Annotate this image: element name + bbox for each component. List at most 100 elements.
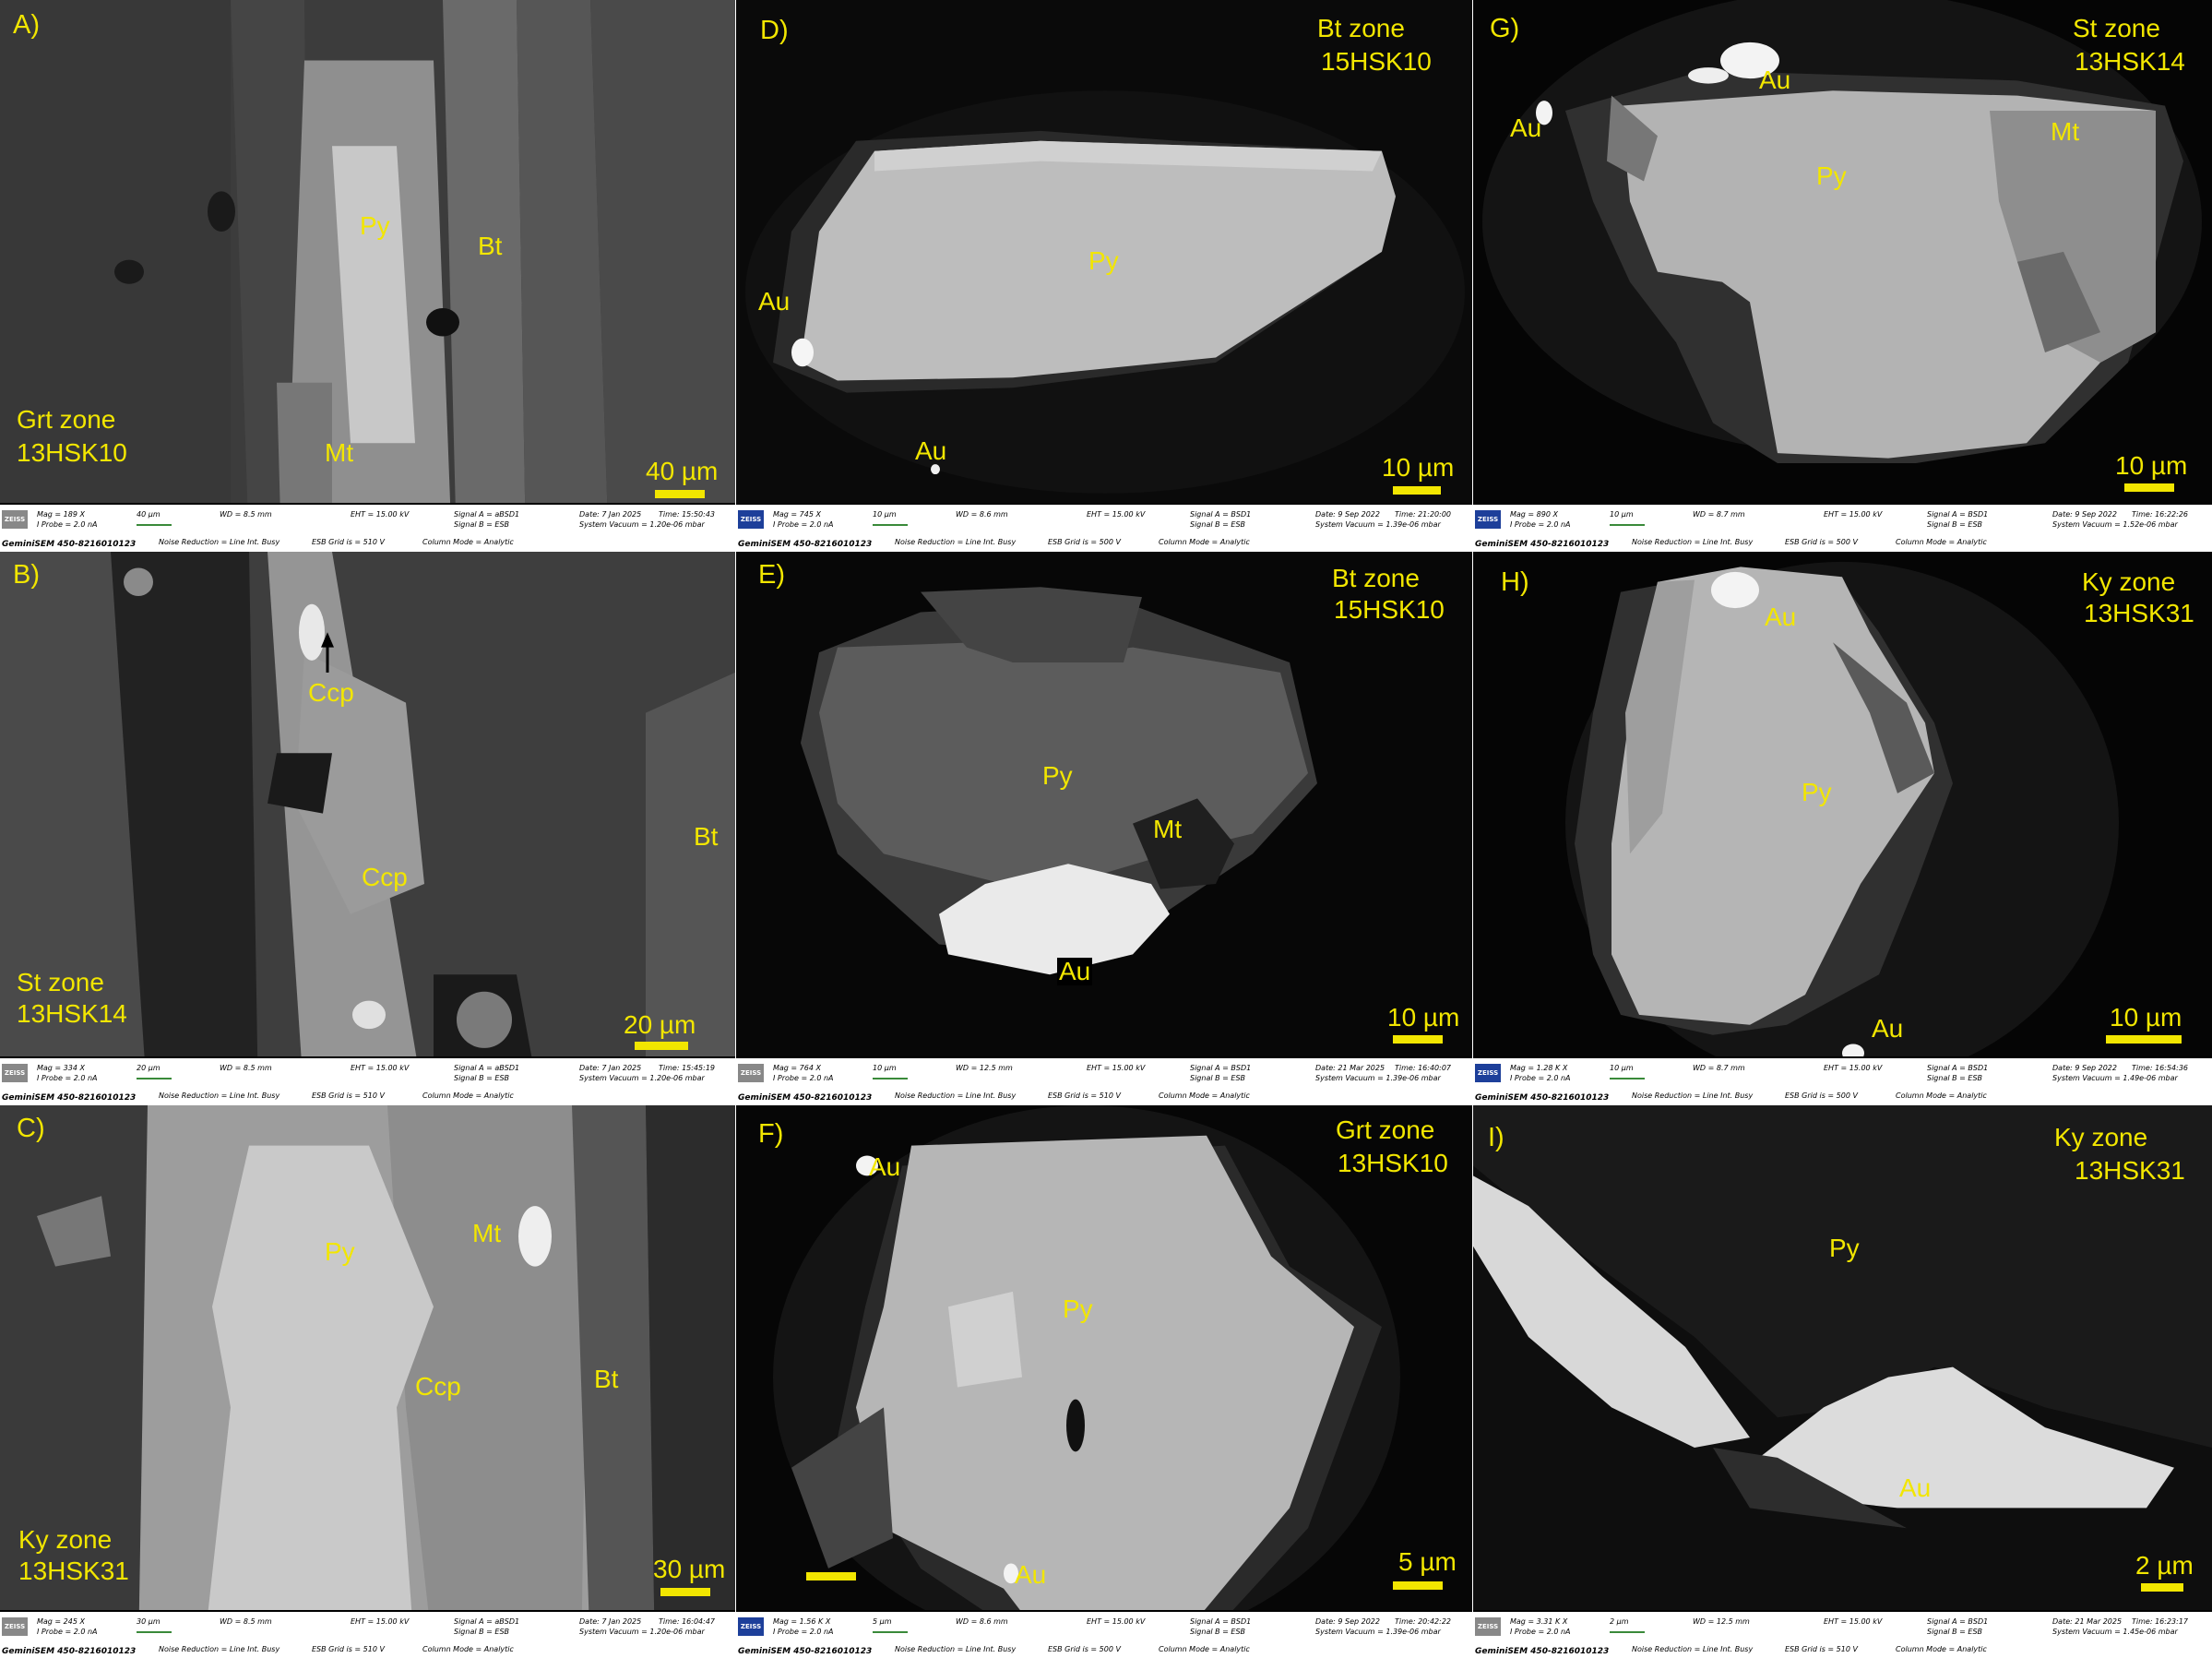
wd: WD = 8.5 mm <box>220 1617 272 1626</box>
date: Date: 21 Mar 2025 <box>2052 1617 2123 1626</box>
noise: Noise Reduction = Line Int. Busy <box>159 1645 280 1653</box>
mini-scale <box>137 1078 172 1079</box>
column-mode: Column Mode = Analytic <box>1159 1091 1250 1100</box>
scale-bar <box>2106 1035 2182 1044</box>
mini-scale <box>137 524 172 526</box>
mag: Mag = 890 X <box>1510 510 1558 519</box>
panel-d: D) Bt zone 15HSK10 Py Au Au 10 µm ZEISS … <box>736 0 1472 551</box>
mag: Mag = 764 X <box>773 1064 821 1072</box>
esb-grid: ESB Grid is = 510 V <box>1048 1091 1121 1100</box>
mineral-label-au: Au <box>1510 113 1542 142</box>
sem-image-i <box>1473 1105 2212 1658</box>
noise: Noise Reduction = Line Int. Busy <box>895 1091 1017 1100</box>
panel-c: C) Py Mt Ccp Bt Ky zone 13HSK31 30 µm ZE… <box>0 1105 735 1658</box>
wd: WD = 8.7 mm <box>1693 510 1745 519</box>
eht: EHT = 15.00 kV <box>351 510 410 519</box>
vacuum: System Vacuum = 1.45e-06 mbar <box>2052 1628 2178 1636</box>
mineral-label-bt: Bt <box>694 822 719 851</box>
signal-a: Signal A = BSD1 <box>1190 510 1252 519</box>
signal-b: Signal B = ESB <box>1927 1628 1983 1636</box>
time: Time: 16:40:07 <box>1395 1064 1451 1072</box>
sample-label: 13HSK14 <box>17 999 127 1028</box>
vacuum: System Vacuum = 1.20e-06 mbar <box>579 1628 705 1636</box>
zeiss-logo: ZEISS <box>1475 1064 1501 1082</box>
mineral-label-py: Py <box>1802 778 1832 806</box>
scale-mini: 20 µm <box>137 1064 161 1072</box>
panel-g: G) St zone 13HSK14 Au Au Py Mt 10 µm ZEI… <box>1473 0 2212 551</box>
time: Time: 16:54:36 <box>2132 1064 2188 1072</box>
panel-letter: F) <box>758 1119 784 1149</box>
esb-grid: ESB Grid is = 510 V <box>312 1091 385 1100</box>
panel-letter: A) <box>13 10 40 40</box>
metadata-bar: ZEISS Mag = 245 X 30 µm WD = 8.5 mm EHT … <box>0 1610 735 1658</box>
zeiss-logo: ZEISS <box>1475 510 1501 529</box>
mineral-label-au: Au <box>1872 1014 1904 1043</box>
panel-h: H) Ky zone 13HSK31 Au Py Au 10 µm ZEISS … <box>1473 552 2212 1104</box>
scale-bar <box>1393 1581 1443 1590</box>
column-mode: Column Mode = Analytic <box>1896 538 1987 546</box>
instrument: GeminiSEM 450-8216010123 <box>738 540 873 549</box>
vacuum: System Vacuum = 1.39e-06 mbar <box>1315 1628 1441 1636</box>
iprobe: I Probe = 2.0 nA <box>773 520 834 529</box>
sample-label: 13HSK31 <box>18 1557 129 1585</box>
zeiss-logo: ZEISS <box>2 510 28 529</box>
mineral-label-py: Py <box>1816 161 1847 190</box>
zeiss-logo: ZEISS <box>2 1617 28 1636</box>
date: Date: 21 Mar 2025 <box>1315 1064 1385 1072</box>
zone-label: St zone <box>17 968 104 996</box>
eht: EHT = 15.00 kV <box>1087 1064 1146 1072</box>
eht: EHT = 15.00 kV <box>1087 1617 1146 1626</box>
column-mode: Column Mode = Analytic <box>1159 538 1250 546</box>
mini-scale <box>1610 524 1645 526</box>
wd: WD = 8.6 mm <box>956 1617 1008 1626</box>
instrument: GeminiSEM 450-8216010123 <box>1475 1093 1610 1103</box>
mag: Mag = 1.28 K X <box>1510 1064 1568 1072</box>
column-mode: Column Mode = Analytic <box>1896 1091 1987 1100</box>
signal-b: Signal B = ESB <box>1927 520 1983 529</box>
scale-mini: 2 µm <box>1610 1617 1629 1626</box>
zone-label: Ky zone <box>2054 1123 2148 1151</box>
vacuum: System Vacuum = 1.20e-06 mbar <box>579 520 705 529</box>
mag: Mag = 1.56 K X <box>773 1617 831 1626</box>
instrument: GeminiSEM 450-8216010123 <box>2 540 137 549</box>
panel-letter: D) <box>760 16 789 45</box>
mineral-label-py: Py <box>325 1237 355 1266</box>
eht: EHT = 15.00 kV <box>1824 1617 1883 1626</box>
mag: Mag = 745 X <box>773 510 821 519</box>
instrument: GeminiSEM 450-8216010123 <box>2 1093 137 1103</box>
wd: WD = 8.5 mm <box>220 510 272 519</box>
date: Date: 9 Sep 2022 <box>1315 510 1380 519</box>
scale-bar <box>635 1042 688 1050</box>
zone-label: St zone <box>2073 14 2160 42</box>
sample-label: 13HSK31 <box>2084 599 2194 627</box>
mineral-label-py: Py <box>1042 761 1073 790</box>
instrument: GeminiSEM 450-8216010123 <box>738 1093 873 1103</box>
mineral-label-bt: Bt <box>594 1365 619 1393</box>
mineral-label-au: Au <box>1759 66 1791 94</box>
noise: Noise Reduction = Line Int. Busy <box>1632 1645 1754 1653</box>
column-mode: Column Mode = Analytic <box>422 1645 514 1653</box>
scale-mini: 10 µm <box>873 1064 897 1072</box>
mineral-label-py: Py <box>1063 1294 1093 1323</box>
sample-label: 13HSK10 <box>1338 1149 1448 1177</box>
scale-bar <box>2124 483 2174 492</box>
iprobe: I Probe = 2.0 nA <box>773 1074 834 1082</box>
instrument: GeminiSEM 450-8216010123 <box>738 1647 873 1656</box>
mag: Mag = 3.31 K X <box>1510 1617 1568 1626</box>
mineral-label-au: Au <box>915 436 947 465</box>
esb-grid: ESB Grid is = 510 V <box>1785 1645 1858 1653</box>
time: Time: 16:22:26 <box>2132 510 2188 519</box>
zeiss-logo: ZEISS <box>738 1617 764 1636</box>
scale-mini: 40 µm <box>137 510 161 519</box>
scale-mini: 5 µm <box>873 1617 892 1626</box>
mineral-label-mt: Mt <box>1153 815 1183 843</box>
date: Date: 9 Sep 2022 <box>2052 510 2117 519</box>
wd: WD = 12.5 mm <box>1693 1617 1750 1626</box>
mineral-label-au: Au <box>1015 1560 1047 1589</box>
wd: WD = 12.5 mm <box>956 1064 1013 1072</box>
instrument: GeminiSEM 450-8216010123 <box>1475 1647 1610 1656</box>
signal-a: Signal A = BSD1 <box>1190 1617 1252 1626</box>
sample-label: 15HSK10 <box>1334 595 1445 624</box>
sem-image-d <box>736 0 1472 551</box>
zone-label: Ky zone <box>18 1525 113 1554</box>
